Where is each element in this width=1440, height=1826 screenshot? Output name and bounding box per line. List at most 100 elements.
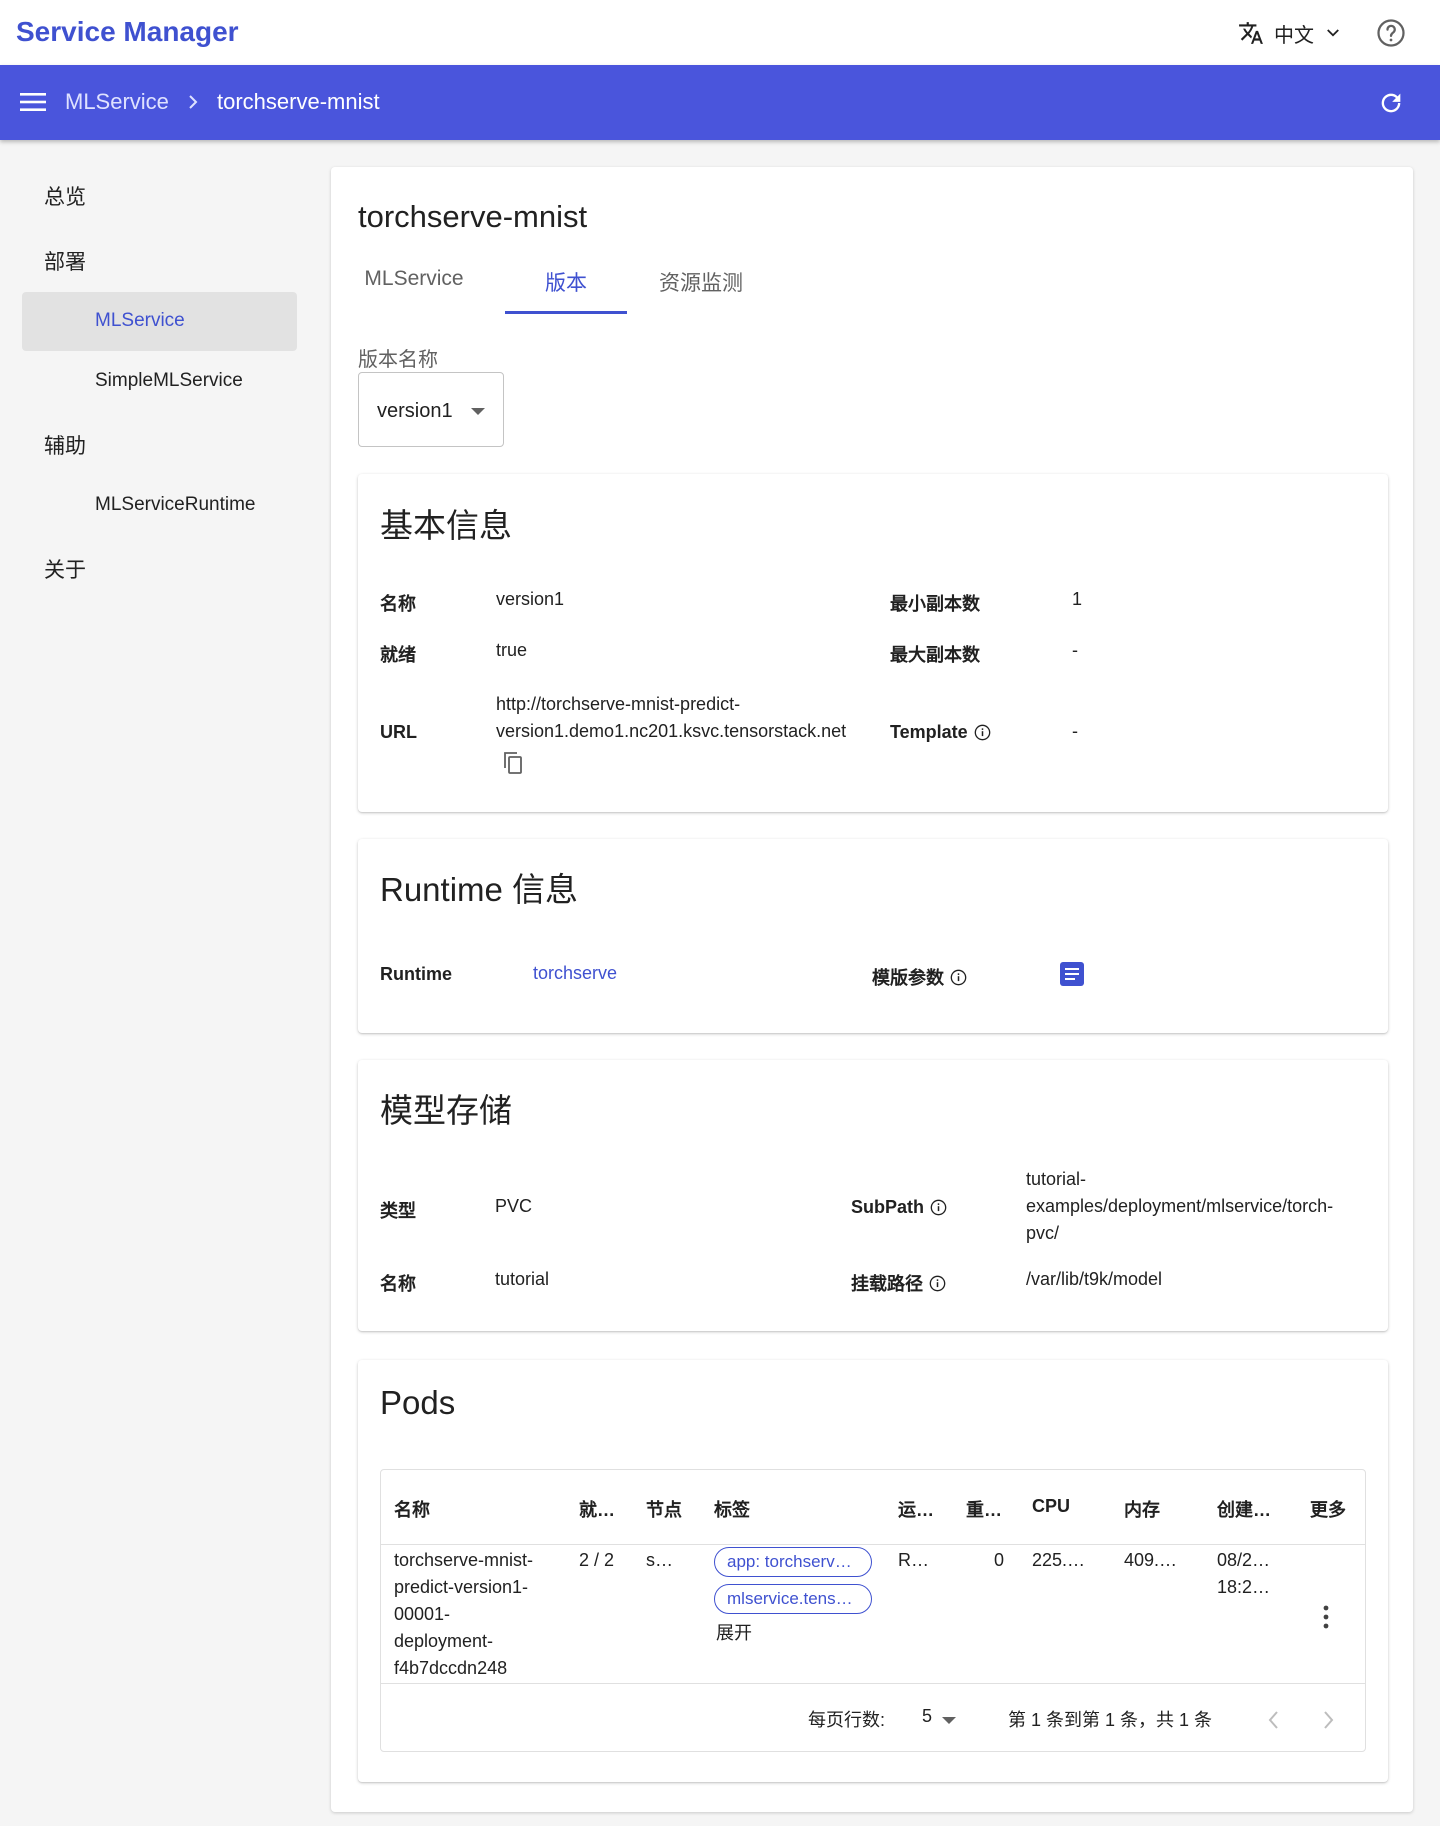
column-header[interactable]: CPU [1032, 1496, 1070, 1517]
min-replicas-value: 1 [1072, 589, 1083, 609]
ready-label: 就绪 [380, 645, 416, 665]
subpath-value-line2: examples/deployment/mlservice/torch- [1026, 1196, 1334, 1216]
chevron-left-icon[interactable] [1267, 1709, 1281, 1731]
tab-mlservice[interactable]: MLService [353, 267, 475, 314]
template-label: Template [890, 722, 991, 743]
app-header: Service Manager 中文 [0, 0, 1440, 65]
column-header[interactable]: 就… [579, 1496, 615, 1522]
template-label-text: Template [890, 722, 968, 742]
sidebar-item-simplemlservice[interactable]: SimpleMLService [22, 352, 297, 411]
pod-status: R… [898, 1550, 929, 1570]
subpath-label: SubPath [851, 1197, 947, 1218]
info-icon[interactable] [974, 724, 991, 741]
sidebar-item-overview[interactable]: 总览 [44, 181, 86, 211]
divider [381, 1683, 1365, 1684]
storage-type-value: PVC [495, 1196, 533, 1216]
column-header[interactable]: 重… [966, 1496, 1002, 1522]
column-header[interactable]: 节点 [646, 1496, 682, 1522]
subpath-label-text: SubPath [851, 1197, 925, 1217]
url-value-line1: http://torchserve-mnist-predict- [496, 694, 741, 714]
page-range: 第 1 条到第 1 条，共 1 条 [1008, 1710, 1213, 1730]
active-tab-indicator [505, 311, 627, 314]
model-storage-card: 模型存储 类型 PVC SubPath tutorial- examples/d… [358, 1060, 1388, 1331]
version-select-value: version1 [377, 400, 453, 422]
template-value: - [1072, 721, 1078, 741]
column-header[interactable]: 运… [898, 1496, 934, 1522]
copy-icon[interactable] [502, 750, 526, 776]
expand-labels-link[interactable]: 展开 [716, 1620, 752, 1647]
basic-info-card: 基本信息 名称 version1 最小副本数 1 就绪 true 最大副本数 -… [358, 474, 1388, 812]
breadcrumb-root[interactable]: MLService [65, 89, 169, 115]
app-title[interactable]: Service Manager [16, 16, 239, 48]
language-label: 中文 [1274, 24, 1314, 47]
column-header[interactable]: 创建… [1217, 1496, 1271, 1522]
document-icon[interactable] [1059, 961, 1085, 987]
pod-name-line: predict-version1- [394, 1577, 529, 1597]
label-chip[interactable]: mlservice.tens… [714, 1584, 872, 1614]
storage-type-label: 类型 [380, 1201, 416, 1221]
breadcrumb-current: torchserve-mnist [217, 89, 380, 114]
template-params-label: 模版参数 [872, 964, 967, 990]
card-title: Pods [380, 1384, 456, 1421]
translate-icon [1239, 22, 1263, 44]
storage-name-value: tutorial [495, 1269, 550, 1289]
pod-name-line: f4b7dccdn248 [394, 1658, 508, 1678]
runtime-link[interactable]: torchserve [533, 960, 617, 987]
breadcrumb-bar: MLService torchserve-mnist [0, 65, 1440, 140]
pod-ready: 2 / 2 [579, 1550, 615, 1570]
ready-value: true [496, 640, 528, 660]
mount-path-label: 挂载路径 [851, 1270, 946, 1296]
help-icon[interactable] [1376, 18, 1406, 48]
label-chip[interactable]: app: torchserv… [714, 1547, 872, 1577]
dropdown-arrow-icon [942, 1717, 956, 1724]
pods-table: 名称 就… 节点 标签 运… 重… CPU 内存 创建… 更多 torchser… [380, 1469, 1366, 1752]
dropdown-arrow-icon [471, 408, 485, 415]
sidebar-item-mlservice[interactable]: MLService [22, 292, 297, 351]
main-panel: torchserve-mnist MLService 版本 资源监测 版本名称 … [331, 167, 1413, 1812]
template-params-label-text: 模版参数 [872, 968, 944, 988]
name-value: version1 [496, 589, 565, 609]
rows-per-page-select[interactable]: 5 [922, 1706, 932, 1727]
chevron-right-icon [189, 95, 198, 109]
refresh-icon[interactable] [1377, 89, 1405, 117]
pod-name-line: 00001- [394, 1604, 451, 1624]
version-select[interactable]: version1 [358, 372, 504, 447]
version-select-label: 版本名称 [358, 349, 438, 371]
chevron-right-icon[interactable] [1321, 1709, 1335, 1731]
runtime-label: Runtime [380, 964, 452, 984]
pod-name-line: torchserve-mnist- [394, 1550, 534, 1570]
info-icon[interactable] [950, 969, 967, 986]
pods-card: Pods 名称 就… 节点 标签 运… 重… CPU 内存 创建… 更多 tor… [358, 1360, 1388, 1782]
subpath-value-line1: tutorial- [1026, 1169, 1087, 1189]
page-title: torchserve-mnist [358, 199, 588, 234]
pod-node: s… [646, 1550, 673, 1570]
more-vert-icon[interactable] [1321, 1604, 1331, 1630]
column-header[interactable]: 标签 [714, 1496, 750, 1522]
column-header[interactable]: 内存 [1124, 1496, 1160, 1522]
sidebar-item-label: MLServiceRuntime [95, 494, 256, 515]
mount-path-value: /var/lib/t9k/model [1026, 1269, 1163, 1289]
info-icon[interactable] [929, 1275, 946, 1292]
sidebar-item-label: MLService [95, 310, 185, 331]
menu-icon[interactable] [20, 91, 46, 113]
chevron-down-icon [1327, 29, 1339, 37]
card-title: Runtime 信息 [380, 871, 579, 908]
info-icon[interactable] [930, 1199, 947, 1216]
sidebar-section-auxiliary[interactable]: 辅助 [44, 430, 86, 460]
pod-memory: 409.… [1124, 1550, 1178, 1570]
tab-versions[interactable]: 版本 [505, 267, 627, 314]
subpath-value-line3: pvc/ [1026, 1223, 1060, 1243]
pod-restarts: 0 [994, 1550, 1005, 1570]
card-title: 模型存储 [380, 1092, 512, 1129]
min-replicas-label: 最小副本数 [890, 594, 980, 614]
rows-per-page-label: 每页行数: [808, 1710, 886, 1730]
sidebar-item-about[interactable]: 关于 [44, 554, 86, 584]
mount-path-label-text: 挂载路径 [851, 1274, 923, 1294]
sidebar-section-deploy[interactable]: 部署 [44, 246, 86, 276]
column-header[interactable]: 名称 [394, 1496, 430, 1522]
language-selector[interactable]: 中文 [1238, 18, 1342, 48]
tab-resource-monitor[interactable]: 资源监测 [636, 267, 766, 314]
sidebar-item-label: SimpleMLService [95, 370, 243, 391]
sidebar-item-mlserviceruntime[interactable]: MLServiceRuntime [22, 476, 297, 535]
url-label: URL [380, 722, 417, 742]
